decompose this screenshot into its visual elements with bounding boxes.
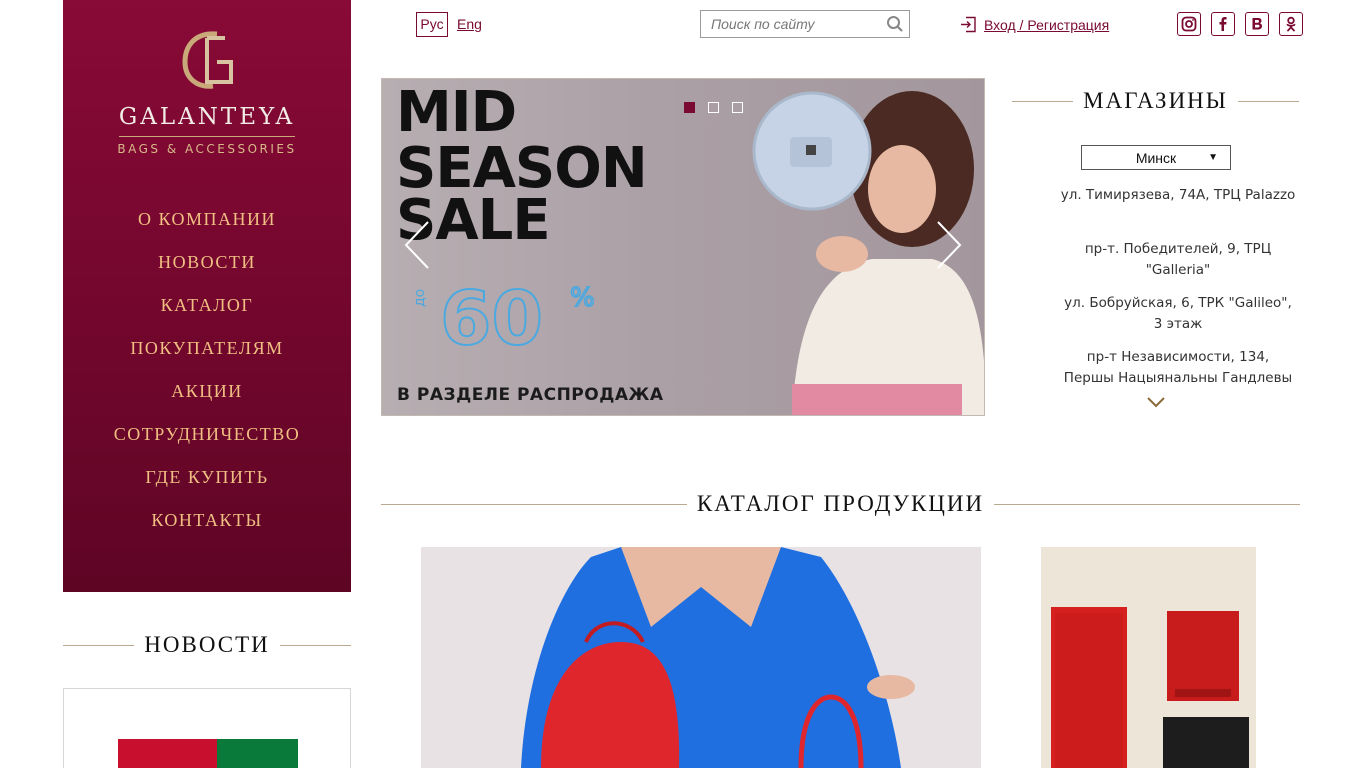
city-select-value: Минск xyxy=(1135,149,1177,166)
language-english-link[interactable]: Eng xyxy=(457,16,482,32)
logo-divider xyxy=(119,136,295,137)
heading-rule-left xyxy=(1012,100,1074,102)
chevron-down-icon: ▼ xyxy=(1208,152,1218,163)
news-heading-row: НОВОСТИ xyxy=(63,632,352,658)
banner-discount-value: 60 xyxy=(439,276,544,362)
login-register-link[interactable]: Вход / Регистрация xyxy=(984,17,1109,33)
search-box xyxy=(700,10,910,38)
nav-item-catalog: КАТАЛОГ xyxy=(63,284,351,327)
nav-link-about[interactable]: О КОМПАНИИ xyxy=(138,209,276,229)
nav-link-customers[interactable]: ПОКУПАТЕЛЯМ xyxy=(130,338,283,358)
vk-icon[interactable] xyxy=(1245,12,1269,36)
stores-heading: МАГАЗИНЫ xyxy=(1083,88,1228,113)
nav-item-cooperation: СОТРУДНИЧЕСТВО xyxy=(63,413,351,456)
logo[interactable]: GALANTEYA BAGS & ACCESSORIES xyxy=(63,28,351,156)
slider-prev-arrow-icon[interactable] xyxy=(402,219,432,271)
catalog-heading: КАТАЛОГ ПРОДУКЦИИ xyxy=(696,491,985,516)
language-russian-button[interactable]: Рус xyxy=(416,12,448,37)
instagram-icon[interactable] xyxy=(1177,12,1201,36)
sidebar: GALANTEYA BAGS & ACCESSORIES О КОМПАНИИ … xyxy=(63,0,351,592)
facebook-icon[interactable] xyxy=(1211,12,1235,36)
nav-link-news[interactable]: НОВОСТИ xyxy=(158,252,256,272)
nav-item-promotions: АКЦИИ xyxy=(63,370,351,413)
nav-link-promotions[interactable]: АКЦИИ xyxy=(171,381,243,401)
nav-link-catalog[interactable]: КАТАЛОГ xyxy=(161,295,254,315)
banner-upto-label: до xyxy=(412,288,428,307)
nav-link-contacts[interactable]: КОНТАКТЫ xyxy=(151,510,262,530)
banner-percent-sign: % xyxy=(569,282,595,314)
logo-monogram-icon xyxy=(182,31,233,89)
nav-item-customers: ПОКУПАТЕЛЯМ xyxy=(63,327,351,370)
chevron-down-icon[interactable] xyxy=(1147,396,1165,408)
stores-heading-row: МАГАЗИНЫ xyxy=(1012,88,1300,114)
logo-tagline: BAGS & ACCESSORIES xyxy=(117,142,297,156)
catalog-heading-row: КАТАЛОГ ПРОДУКЦИИ xyxy=(381,491,1300,517)
logo-name: GALANTEYA xyxy=(118,104,296,130)
catalog-wallets-photo xyxy=(1051,607,1249,768)
banner-subtitle: В РАЗДЕЛЕ РАСПРОДАЖА xyxy=(397,385,664,405)
store-address-2[interactable]: пр-т. Победителей, 9, ТРЦ "Galleria" xyxy=(1060,239,1296,281)
slider-dot-1[interactable] xyxy=(684,102,695,113)
nav-link-cooperation[interactable]: СОТРУДНИЧЕСТВО xyxy=(114,424,300,444)
city-select[interactable]: Минск ▼ xyxy=(1081,145,1231,170)
catalog-item-bags[interactable] xyxy=(421,547,981,768)
heading-rule-right xyxy=(279,644,352,646)
banner-title-line-1: MID xyxy=(396,80,517,145)
store-address-3[interactable]: ул. Бобруйская, 6, ТРК "Galileo", 3 этаж xyxy=(1060,293,1296,335)
heading-rule-right xyxy=(1237,100,1300,102)
news-card[interactable] xyxy=(63,688,351,768)
odnoklassniki-icon[interactable] xyxy=(1279,12,1303,36)
nav-item-about: О КОМПАНИИ xyxy=(63,198,351,241)
store-address-1[interactable]: ул. Тимирязева, 74А, ТРЦ Palazzo xyxy=(1060,185,1296,206)
news-thumbnail[interactable] xyxy=(118,739,298,768)
promo-banner[interactable]: MID SEASON SALE до 60 % В РАЗДЕЛЕ РАСПРО… xyxy=(381,78,985,416)
main-nav: О КОМПАНИИ НОВОСТИ КАТАЛОГ ПОКУПАТЕЛЯМ А… xyxy=(63,198,351,542)
nav-item-news: НОВОСТИ xyxy=(63,241,351,284)
heading-rule-left xyxy=(63,644,135,646)
heading-rule-right xyxy=(994,503,1300,505)
nav-item-where-to-buy: ГДЕ КУПИТЬ xyxy=(63,456,351,499)
slider-dot-3[interactable] xyxy=(732,102,743,113)
news-heading: НОВОСТИ xyxy=(144,632,270,657)
slider-next-arrow-icon[interactable] xyxy=(934,219,964,271)
store-address-4[interactable]: пр-т Независимости, 134, Першы Нацыяналь… xyxy=(1060,347,1296,389)
catalog-item-wallets[interactable] xyxy=(1041,547,1256,768)
nav-link-where-to-buy[interactable]: ГДЕ КУПИТЬ xyxy=(145,467,268,487)
heading-rule-left xyxy=(381,503,687,505)
search-icon[interactable] xyxy=(886,15,904,33)
search-input[interactable] xyxy=(701,11,881,37)
nav-item-contacts: КОНТАКТЫ xyxy=(63,499,351,542)
catalog-bags-photo xyxy=(521,547,915,768)
slider-dot-2[interactable] xyxy=(708,102,719,113)
login-icon[interactable] xyxy=(960,16,977,33)
